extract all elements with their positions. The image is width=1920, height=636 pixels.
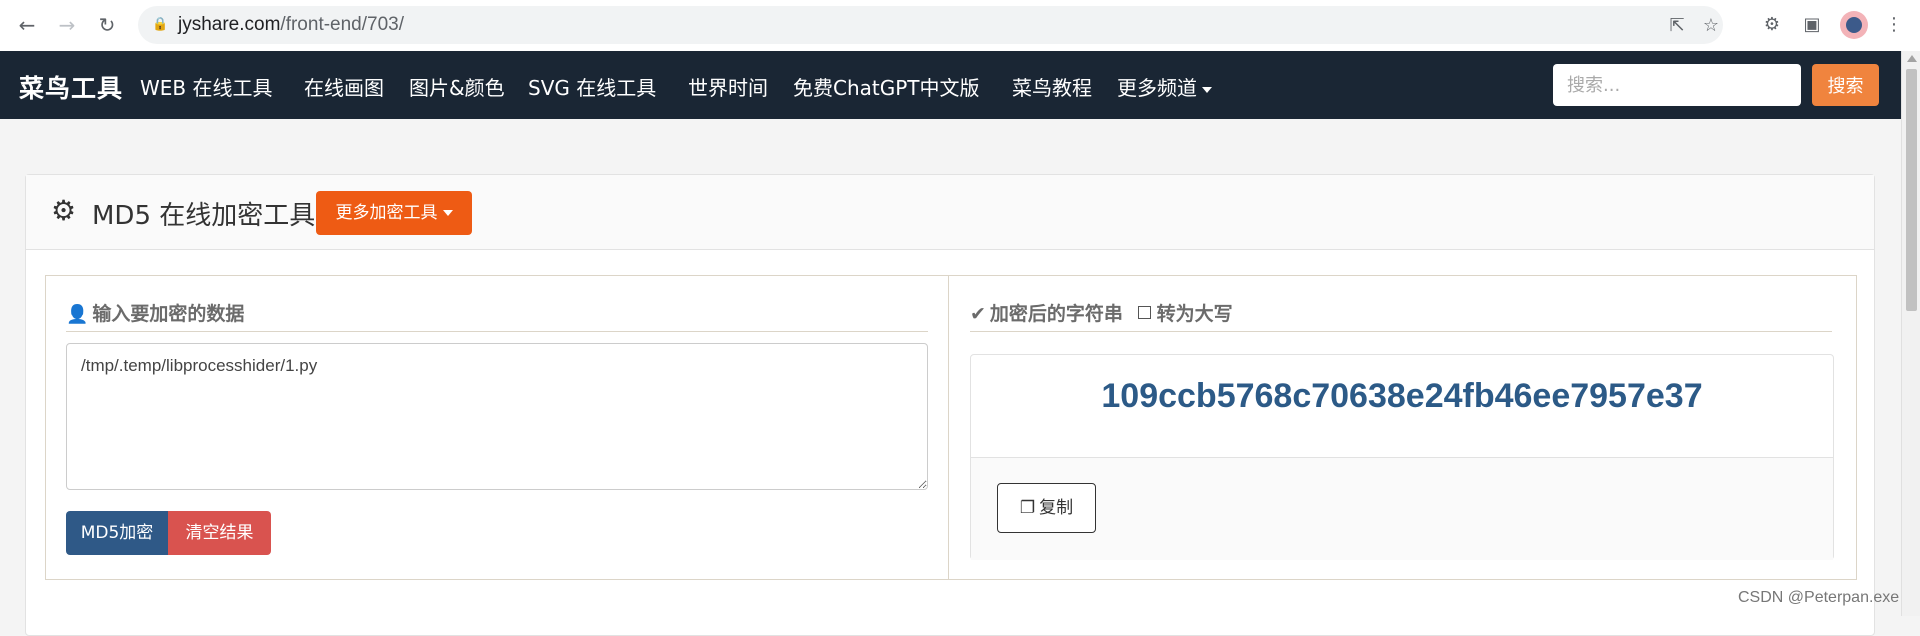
user-settings-icon: 👤	[66, 304, 89, 325]
check-circle-icon: ✔	[970, 303, 986, 325]
forward-icon[interactable]: →	[54, 12, 80, 38]
nav-chatgpt[interactable]: 免费ChatGPT中文版	[793, 72, 980, 101]
reload-icon[interactable]: ↻	[94, 12, 120, 38]
nav-svg-tools[interactable]: SVG 在线工具	[528, 72, 656, 101]
md5-tool-panel: ⚙ MD5 在线加密工具 更多加密工具 👤 输入要加密的数据 /tmp/.temp…	[25, 174, 1875, 636]
search-button[interactable]: 搜索	[1812, 64, 1879, 106]
uppercase-label: 转为大写	[1156, 303, 1233, 325]
side-panel-icon[interactable]: ▣	[1800, 13, 1824, 37]
input-section-title: 👤 输入要加密的数据	[66, 303, 245, 325]
nav-world-time[interactable]: 世界时间	[688, 72, 768, 101]
back-icon[interactable]: ←	[14, 12, 40, 38]
divider	[66, 331, 928, 332]
nav-runoob-tutorial[interactable]: 菜鸟教程	[1012, 72, 1092, 101]
menu-dots-icon[interactable]: ⋮	[1882, 13, 1906, 37]
scroll-thumb[interactable]	[1906, 69, 1917, 311]
result-section-title: ✔ 加密后的字符串 转为大写	[970, 303, 1233, 325]
profile-avatar[interactable]	[1840, 11, 1868, 39]
result-footer: ❐ 复制	[971, 457, 1833, 560]
input-data-textarea[interactable]: /tmp/.temp/libprocesshider/1.py	[66, 343, 928, 490]
url-text: jyshare.com/front-end/703/	[178, 14, 405, 35]
bookmark-star-icon[interactable]: ☆	[1700, 15, 1722, 37]
page-scrollbar[interactable]	[1901, 51, 1920, 616]
md5-encrypt-button[interactable]: MD5加密	[66, 511, 168, 555]
gears-icon: ⚙	[51, 194, 77, 227]
page-title: MD5 在线加密工具	[92, 201, 316, 231]
watermark: CSDN @Peterpan.exe	[1738, 589, 1900, 606]
site-brand[interactable]: 菜鸟工具	[19, 69, 123, 105]
copy-button[interactable]: ❐ 复制	[997, 483, 1096, 533]
nav-image-color[interactable]: 图片&颜色	[409, 72, 505, 101]
divider	[970, 331, 1832, 332]
clear-result-button[interactable]: 清空结果	[168, 511, 271, 555]
tool-body: 👤 输入要加密的数据 /tmp/.temp/libprocesshider/1.p…	[45, 275, 1857, 580]
uppercase-checkbox[interactable]	[1137, 306, 1151, 319]
panel-header: ⚙ MD5 在线加密工具 更多加密工具	[26, 175, 1874, 250]
extensions-icon[interactable]: ⚙	[1760, 13, 1784, 37]
address-bar[interactable]: 🔒 jyshare.com/front-end/703/ ⇱ ☆	[138, 6, 1723, 44]
lock-icon: 🔒	[152, 17, 169, 32]
browser-toolbar: ← → ↻ 🔒 jyshare.com/front-end/703/ ⇱ ☆ ⚙…	[0, 0, 1920, 52]
caret-down-icon	[1202, 86, 1212, 93]
copy-icon: ❐	[1019, 498, 1036, 518]
nav-online-draw[interactable]: 在线画图	[304, 72, 384, 101]
nav-web-tools[interactable]: WEB 在线工具	[140, 72, 273, 101]
scroll-up-arrow-icon[interactable]	[1907, 55, 1917, 62]
caret-down-icon	[442, 210, 453, 216]
md5-result-hash: 109ccb5768c70638e24fb46ee7957e37	[1101, 377, 1703, 415]
share-icon[interactable]: ⇱	[1666, 15, 1688, 37]
site-navbar: 菜鸟工具 WEB 在线工具 在线画图 图片&颜色 SVG 在线工具 世界时间 免…	[0, 51, 1901, 119]
result-box: 109ccb5768c70638e24fb46ee7957e37 ❐ 复制	[970, 354, 1834, 560]
nav-more-channels[interactable]: 更多频道	[1117, 72, 1212, 101]
search-input[interactable]	[1553, 64, 1801, 106]
input-column: 👤 输入要加密的数据 /tmp/.temp/libprocesshider/1.p…	[46, 276, 949, 579]
more-encrypt-tools-button[interactable]: 更多加密工具	[316, 191, 472, 235]
